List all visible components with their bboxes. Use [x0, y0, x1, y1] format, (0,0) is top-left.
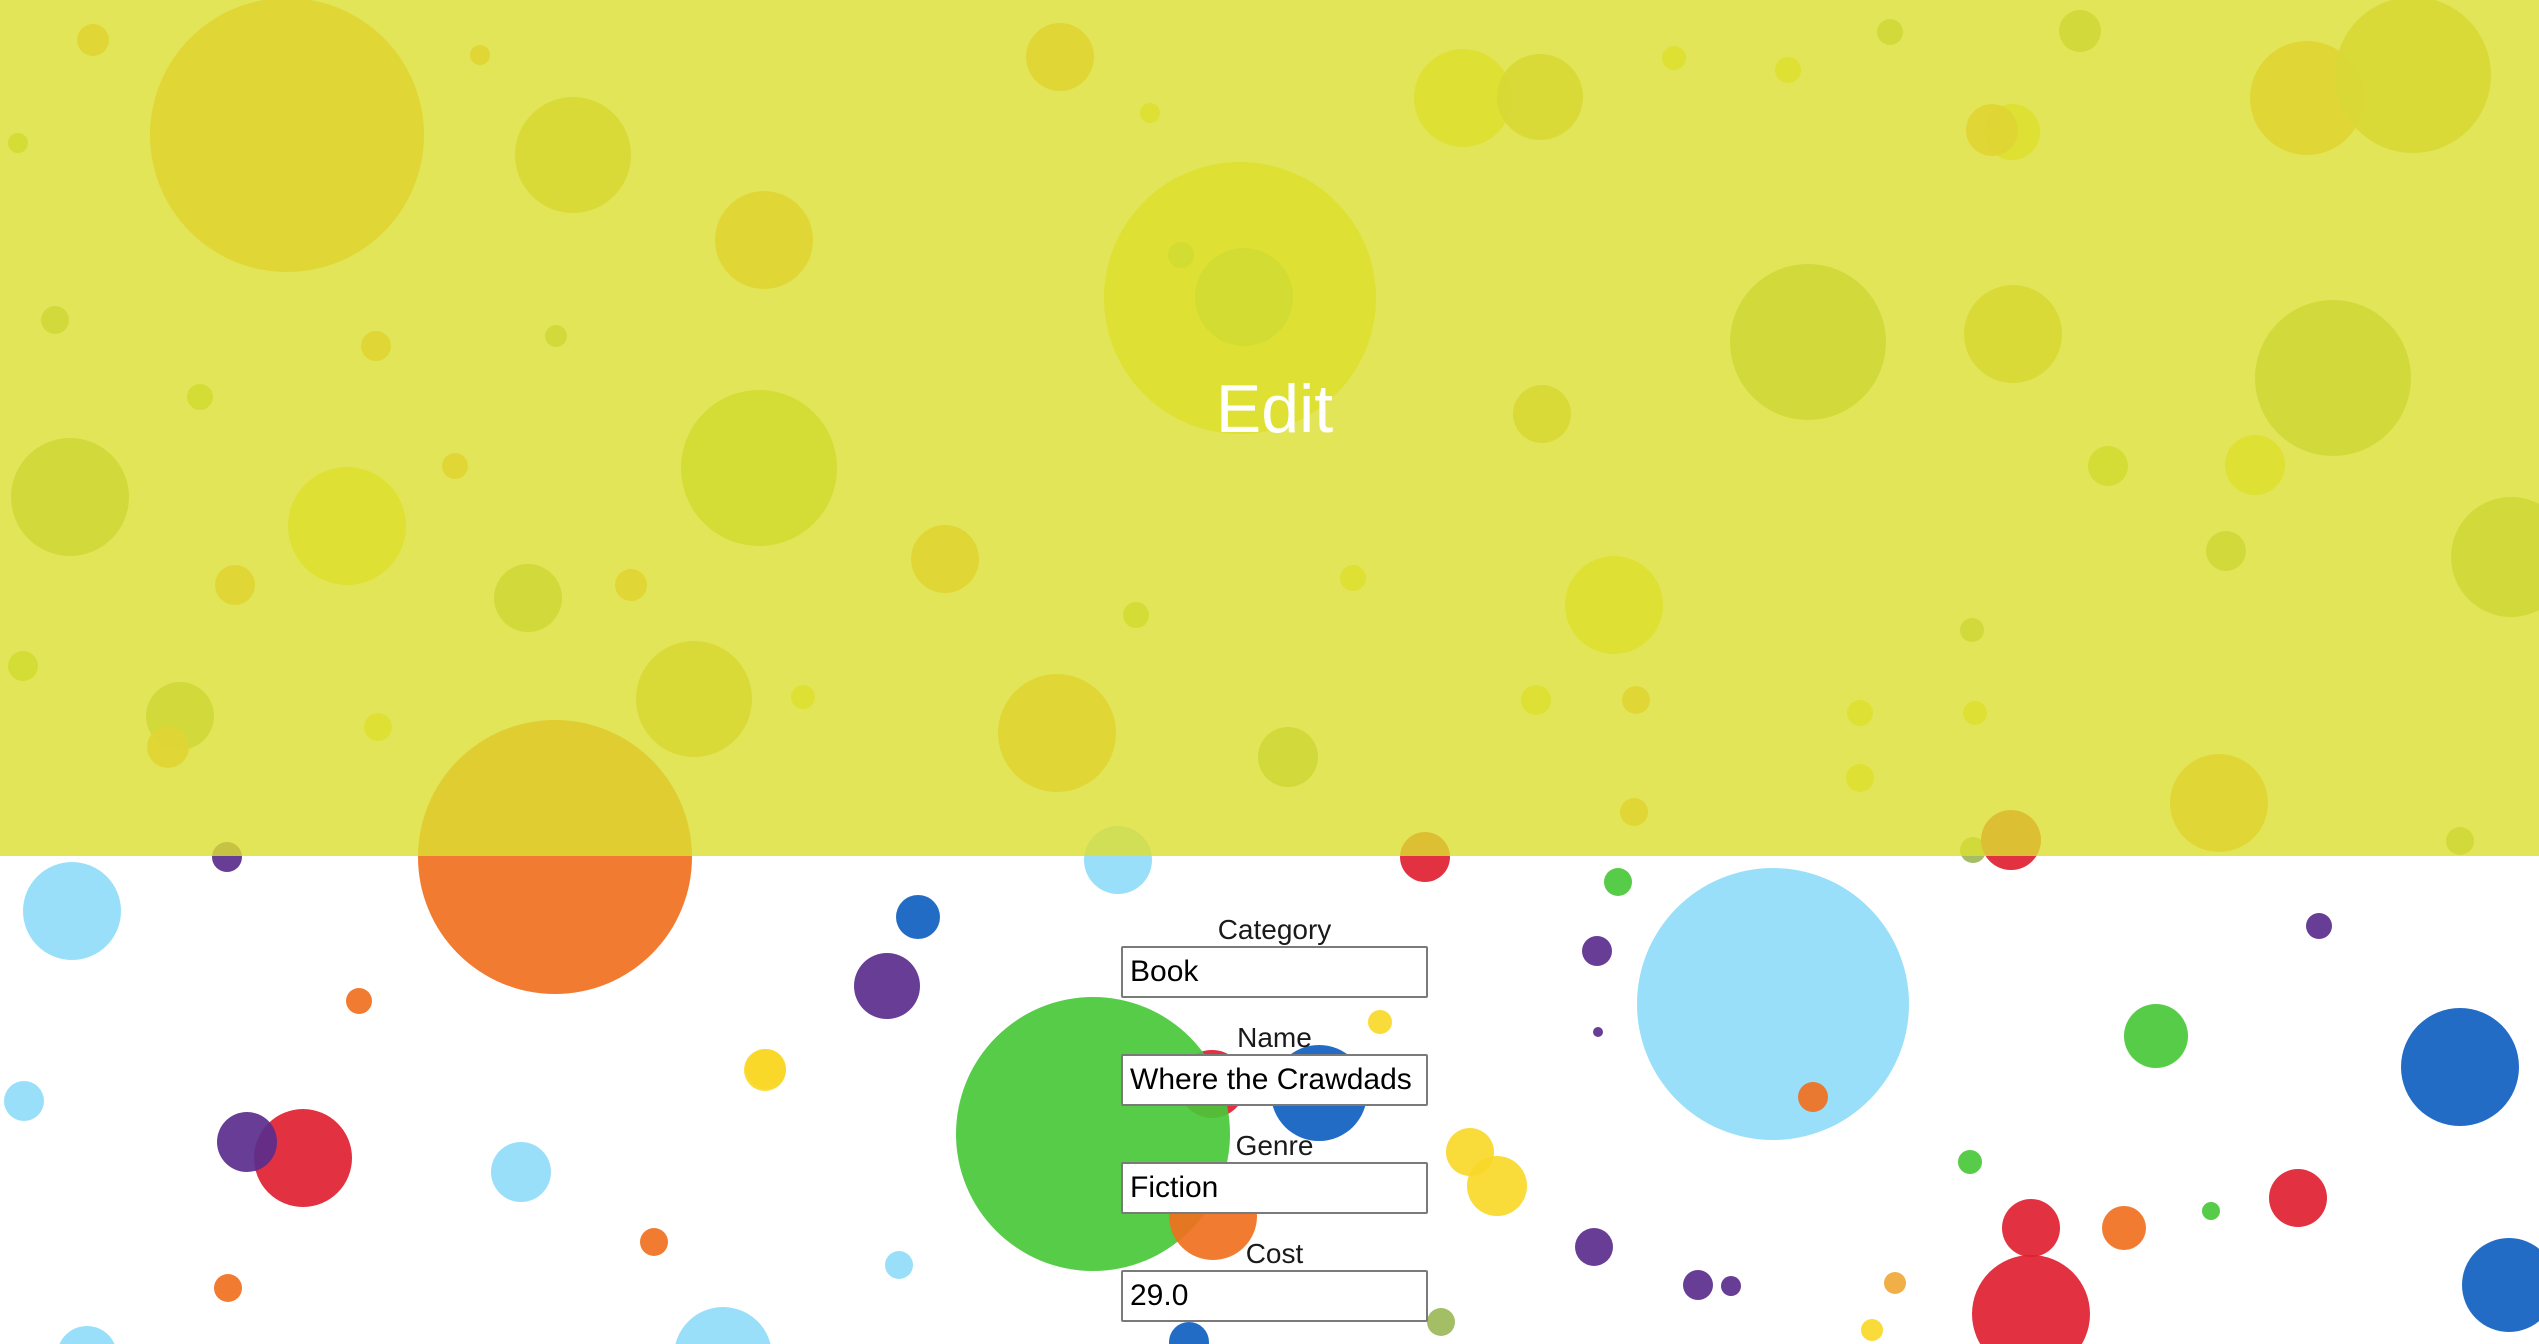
confetti-dot: [214, 1274, 242, 1302]
confetti-dot: [1972, 1255, 2090, 1344]
confetti-dot: [4, 1081, 44, 1121]
name-label: Name: [1237, 1022, 1312, 1053]
category-label: Category: [1217, 914, 1332, 945]
confetti-dot: [346, 988, 372, 1014]
confetti-dot: [1798, 1082, 1828, 1112]
confetti-dot: [2306, 913, 2332, 939]
confetti-dot: [2102, 1206, 2146, 1250]
confetti-dot: [675, 1307, 771, 1344]
confetti-dot: [1721, 1276, 1741, 1296]
confetti-dot: [1582, 936, 1612, 966]
confetti-dot: [491, 1142, 551, 1202]
header-banner: Edit: [0, 0, 2539, 856]
confetti-dot: [2202, 1202, 2220, 1220]
confetti-dot: [2462, 1238, 2539, 1332]
confetti-dot: [1604, 868, 1632, 896]
confetti-dot: [896, 895, 940, 939]
edit-page: Edit Category Name Genre Cost: [0, 0, 2539, 1344]
confetti-dot: [2269, 1169, 2327, 1227]
edit-form: Category Name Genre Cost: [1121, 914, 1428, 1344]
name-input[interactable]: [1121, 1054, 1428, 1106]
confetti-dot: [1958, 1150, 1982, 1174]
confetti-dot: [1637, 868, 1909, 1140]
confetti-dot: [2401, 1008, 2519, 1126]
category-input[interactable]: [1121, 946, 1428, 998]
confetti-dot: [885, 1251, 913, 1279]
page-title: Edit: [1215, 371, 1334, 447]
cost-input[interactable]: [1121, 1270, 1428, 1322]
confetti-dot: [744, 1049, 786, 1091]
confetti-dot: [59, 1326, 115, 1344]
confetti-dot: [640, 1228, 668, 1256]
confetti-dot: [2124, 1004, 2188, 1068]
confetti-dot: [1446, 1128, 1494, 1176]
confetti-dot: [1427, 1308, 1455, 1336]
cost-label: Cost: [1245, 1238, 1304, 1269]
confetti-dot: [1575, 1228, 1613, 1266]
confetti-dot: [23, 862, 121, 960]
genre-label: Genre: [1235, 1130, 1314, 1161]
confetti-dot: [2002, 1199, 2060, 1257]
confetti-dot: [854, 953, 920, 1019]
confetti-dot: [1861, 1319, 1883, 1341]
confetti-dot: [217, 1112, 277, 1172]
confetti-dot: [1683, 1270, 1713, 1300]
confetti-dot: [1593, 1027, 1603, 1037]
genre-input[interactable]: [1121, 1162, 1428, 1214]
confetti-dot: [1884, 1272, 1906, 1294]
